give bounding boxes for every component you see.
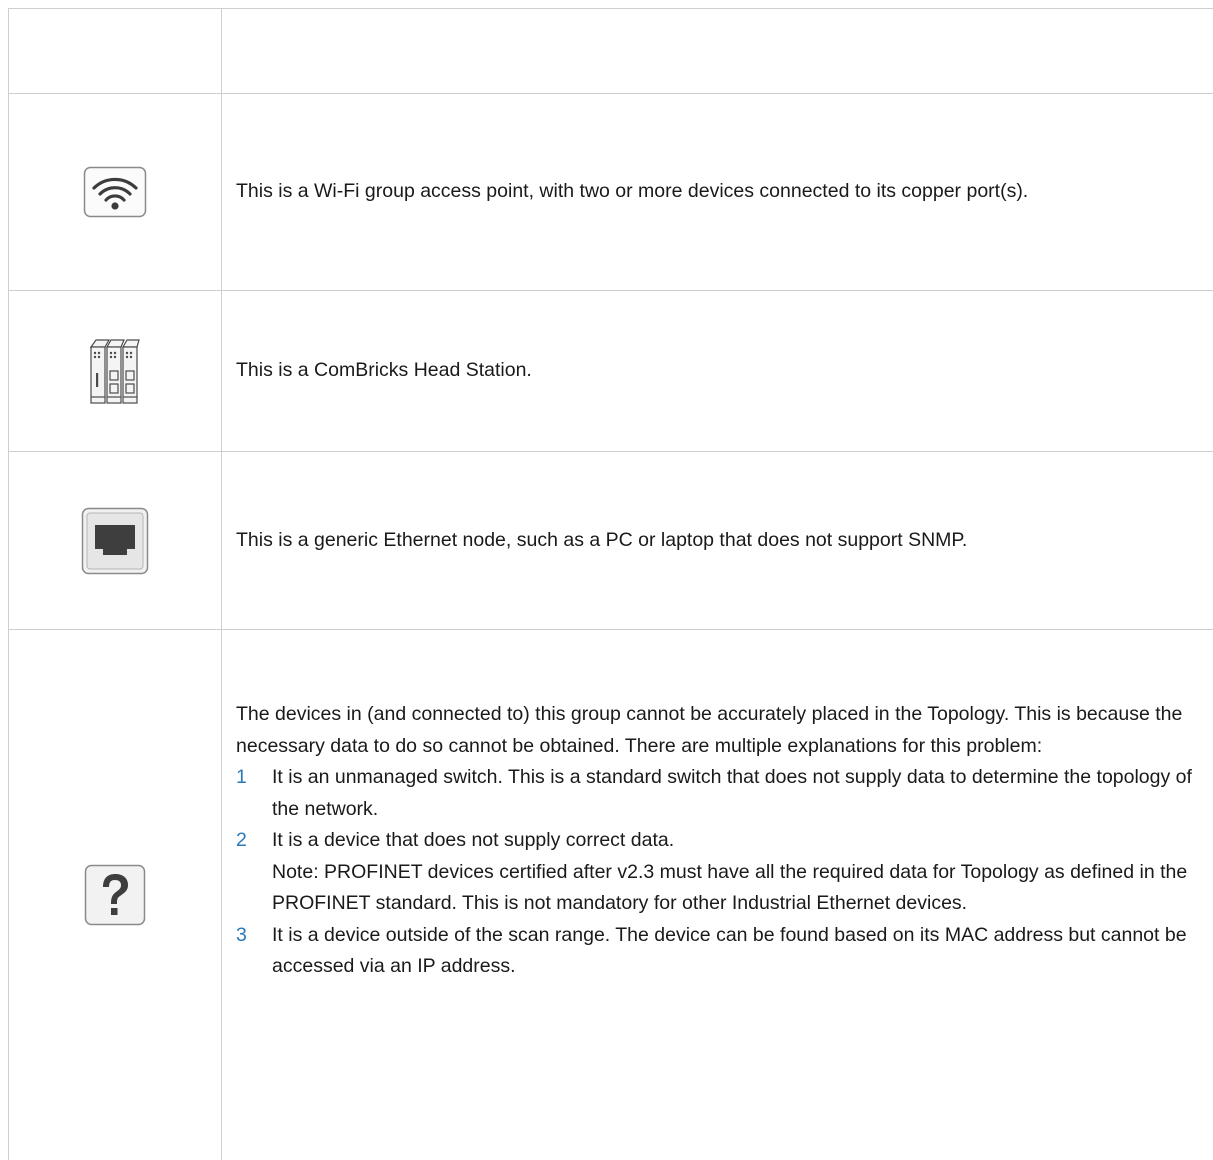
ethernet-node-icon: [81, 507, 149, 574]
text-cell: [222, 9, 1213, 93]
icon-cell: [8, 630, 222, 1160]
unknown-device-question-icon: [84, 864, 146, 926]
table-row: This is a generic Ethernet node, such as…: [8, 451, 1213, 629]
list-item-note: Note: PROFINET devices certified after v…: [272, 860, 1188, 915]
icon-cell: [8, 291, 222, 451]
icon-cell: [8, 94, 222, 290]
list-item-text: It is a device that does not supply corr…: [272, 829, 675, 851]
list-item: 3 It is a device outside of the scan ran…: [236, 920, 1193, 983]
cause-list: 1 It is an unmanaged switch. This is a s…: [236, 762, 1193, 983]
table-row: The devices in (and connected to) this g…: [8, 629, 1213, 1160]
list-item: 1 It is an unmanaged switch. This is a s…: [236, 762, 1193, 825]
wifi-access-point-icon: [83, 166, 147, 218]
icon-cell: [8, 452, 222, 629]
list-number: 2: [236, 829, 247, 851]
legend-table: This is a Wi-Fi group access point, with…: [8, 8, 1213, 1160]
list-item: 2 It is a device that does not supply co…: [236, 825, 1193, 920]
row-description: This is a ComBricks Head Station.: [236, 359, 532, 382]
text-cell: This is a generic Ethernet node, such as…: [222, 452, 1213, 629]
combricks-head-station-icon: [89, 339, 140, 404]
list-number: 3: [236, 923, 247, 946]
icon-cell: [8, 9, 222, 93]
text-cell: This is a ComBricks Head Station.: [222, 291, 1213, 451]
row-description: This is a generic Ethernet node, such as…: [236, 528, 968, 551]
list-number: 1: [236, 766, 247, 788]
text-cell: The devices in (and connected to) this g…: [222, 630, 1213, 1160]
list-item-text: It is an unmanaged switch. This is a sta…: [272, 766, 1192, 820]
row-description: This is a Wi-Fi group access point, with…: [236, 180, 1029, 203]
text-cell: This is a Wi-Fi group access point, with…: [222, 94, 1213, 290]
row-description: The devices in (and connected to) this g…: [236, 703, 1183, 757]
list-item-text: It is a device outside of the scan range…: [272, 923, 1187, 978]
table-row: This is a Wi-Fi group access point, with…: [8, 93, 1213, 290]
table-header-row: [8, 8, 1213, 93]
table-row: This is a ComBricks Head Station.: [8, 290, 1213, 451]
